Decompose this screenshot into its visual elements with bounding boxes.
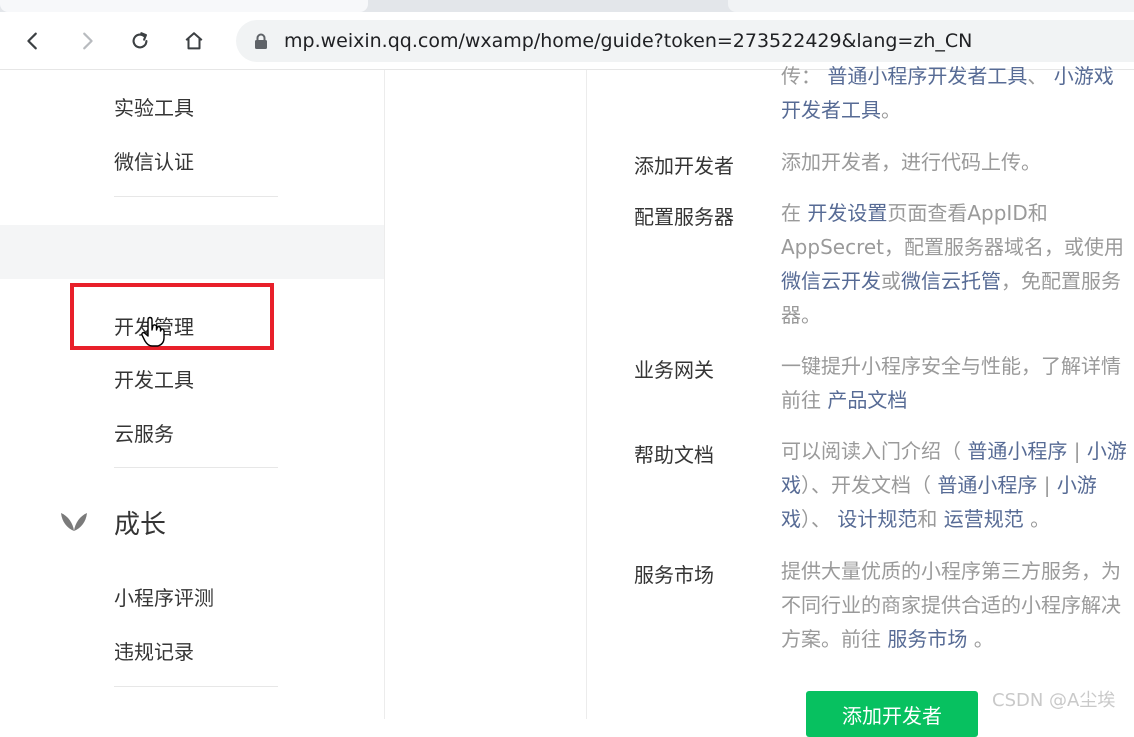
row-label-configure-server: 配置服务器 bbox=[634, 205, 734, 229]
row-desc-gateway-line1: 一键提升小程序安全与性能，了解详情 bbox=[781, 354, 1121, 378]
row-desc-gateway-line2: 前往 产品文档 bbox=[781, 383, 1134, 417]
add-developer-button[interactable]: 添加开发者 bbox=[806, 691, 978, 737]
reload-button[interactable] bbox=[123, 24, 157, 58]
desc-text: 页面查看AppID和 bbox=[887, 201, 1048, 225]
link-wechat-cloud-hosting[interactable]: 微信云托管 bbox=[901, 269, 1001, 293]
desc-text: 。 bbox=[967, 627, 994, 651]
sidebar-divider bbox=[114, 686, 278, 687]
sidebar-item-violation-records[interactable]: 违规记录 bbox=[114, 636, 194, 665]
link-dev-settings[interactable]: 开发设置 bbox=[807, 201, 887, 225]
home-icon bbox=[185, 32, 203, 50]
hand-cursor-icon bbox=[141, 316, 165, 347]
row-desc-add-developer: 添加开发者，进行代码上传。 bbox=[781, 150, 1041, 174]
desc-text: 。 bbox=[881, 98, 901, 122]
link-docs-mini-game[interactable]: 小游 bbox=[1057, 473, 1097, 497]
row-label-help-docs: 帮助文档 bbox=[634, 443, 714, 467]
url-text: mp.weixin.qq.com/wxamp/home/guide?token=… bbox=[284, 30, 973, 52]
link-wechat-cloud-dev[interactable]: 微信云开发 bbox=[781, 269, 881, 293]
link-docs-mini-game-cont[interactable]: 戏 bbox=[781, 507, 801, 531]
forward-arrow-icon bbox=[83, 32, 93, 50]
sidebar-item-cloud-service[interactable]: 云服务 bbox=[114, 418, 174, 447]
sidebar-divider bbox=[114, 467, 278, 468]
desc-text: 前往 bbox=[781, 388, 828, 412]
desc-text: 传： bbox=[781, 64, 821, 88]
row-desc-server-line4: 器。 bbox=[781, 303, 821, 327]
link-intro-mini-game-cont[interactable]: 戏 bbox=[781, 473, 801, 497]
link-operation-guidelines[interactable]: 运营规范 bbox=[944, 507, 1024, 531]
row-desc-market-line3: 方案。前往 服务市场 。 bbox=[781, 622, 1134, 656]
address-bar[interactable]: mp.weixin.qq.com/wxamp/home/guide?token=… bbox=[236, 20, 1134, 62]
link-docs-mini-program[interactable]: 普通小程序 bbox=[937, 473, 1037, 497]
row-desc-help-line2: 戏）、开发文档（ 普通小程序 | 小游 bbox=[781, 468, 1134, 502]
sidebar-item-wechat-certification[interactable]: 微信认证 bbox=[114, 146, 194, 175]
sidebar-item-mini-program-review[interactable]: 小程序评测 bbox=[114, 582, 214, 611]
link-service-market[interactable]: 服务市场 bbox=[887, 627, 967, 651]
forward-button[interactable] bbox=[70, 24, 104, 58]
desc-text: 可以阅读入门介绍（ bbox=[781, 439, 968, 463]
browser-tab-active[interactable] bbox=[0, 0, 368, 12]
row-label-service-market: 服务市场 bbox=[634, 563, 714, 587]
lock-icon bbox=[255, 33, 267, 49]
link-product-docs[interactable]: 产品文档 bbox=[827, 388, 907, 412]
row-desc-market-line2: 不同行业的商家提供合适的小程序解决 bbox=[781, 593, 1121, 617]
row-desc-server-line3: 微信云开发或微信云托管，免配置服务 bbox=[781, 264, 1134, 298]
back-arrow-icon bbox=[27, 32, 37, 50]
desc-text: | bbox=[1037, 473, 1057, 497]
link-devtool[interactable]: 开发者工具 bbox=[781, 98, 881, 122]
link-intro-mini-game[interactable]: 小游 bbox=[1087, 439, 1127, 463]
desc-text: ，免配置服务 bbox=[1001, 269, 1121, 293]
link-mini-game[interactable]: 小游戏 bbox=[1054, 64, 1114, 88]
desc-text: 在 bbox=[781, 201, 808, 225]
desc-text: 方案。前往 bbox=[781, 627, 888, 651]
row-desc-upload-line2: 开发者工具。 bbox=[781, 93, 1134, 127]
sidebar-item-lab-tools[interactable]: 实验工具 bbox=[114, 92, 194, 121]
desc-text: 或 bbox=[881, 269, 901, 293]
link-intro-mini-program[interactable]: 普通小程序 bbox=[967, 439, 1067, 463]
desc-text: | bbox=[1067, 439, 1087, 463]
desc-text: ）、 bbox=[801, 507, 838, 531]
desc-text: 、 bbox=[1027, 64, 1048, 88]
sidebar-section-growth: 成长 bbox=[114, 510, 167, 540]
row-desc-server-line1: 在 开发设置页面查看AppID和 bbox=[781, 196, 1134, 230]
row-desc-server-line2: AppSecret，配置服务器域名，或使用 bbox=[781, 235, 1124, 259]
browser-tab[interactable] bbox=[728, 0, 1134, 12]
leaf-icon bbox=[56, 505, 92, 535]
content-divider bbox=[586, 70, 587, 719]
row-desc-upload-line1: 传： 普通小程序开发者工具、 小游戏 bbox=[781, 59, 1134, 93]
reload-icon bbox=[132, 32, 148, 49]
row-desc-market-line1: 提供大量优质的小程序第三方服务，为 bbox=[781, 559, 1121, 583]
row-desc-help-line3: 戏）、 设计规范和 运营规范 。 bbox=[781, 502, 1134, 536]
sidebar-item-dev-tools[interactable]: 开发工具 bbox=[114, 364, 194, 393]
row-label-add-developer: 添加开发者 bbox=[634, 154, 734, 178]
sidebar-active-row bbox=[0, 225, 384, 279]
csdn-watermark: CSDN @A尘埃 bbox=[992, 690, 1116, 711]
desc-text: ）、开发文档（ bbox=[801, 473, 938, 497]
row-label-business-gateway: 业务网关 bbox=[634, 358, 714, 382]
sidebar-divider bbox=[114, 196, 278, 197]
desc-text: 。 bbox=[1023, 507, 1051, 531]
link-design-guidelines[interactable]: 设计规范 bbox=[837, 507, 917, 531]
back-button[interactable] bbox=[16, 24, 50, 58]
link-mini-program-devtool[interactable]: 普通小程序开发者工具 bbox=[827, 64, 1027, 88]
browser-tab-strip bbox=[0, 0, 1134, 12]
home-button[interactable] bbox=[177, 24, 211, 58]
row-desc-help-line1: 可以阅读入门介绍（ 普通小程序 | 小游 bbox=[781, 434, 1134, 468]
desc-text: 和 bbox=[917, 507, 944, 531]
